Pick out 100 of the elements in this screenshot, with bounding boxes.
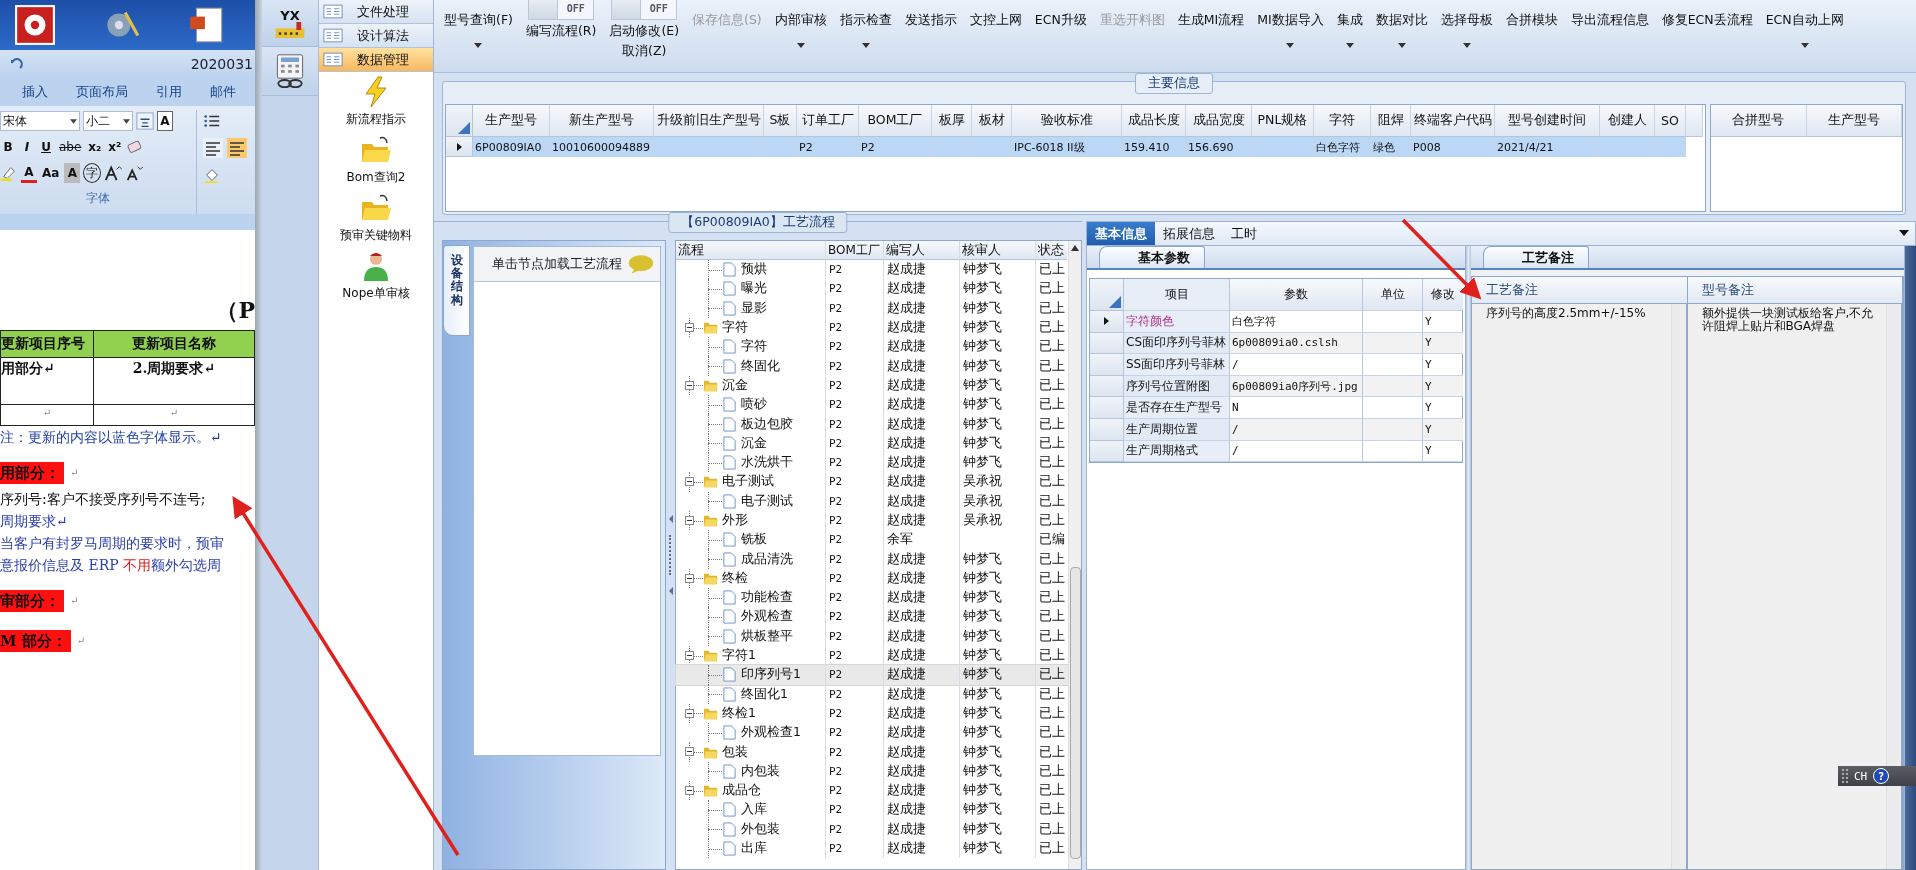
- tree-row[interactable]: 电子测试 P2 赵成捷 吴承祝 已上: [676, 472, 1068, 492]
- caret-icon[interactable]: [1462, 43, 1471, 48]
- column-header[interactable]: 生产型号: [473, 105, 550, 137]
- column-header[interactable]: 工艺备注: [1472, 277, 1688, 303]
- tree-row[interactable]: 曝光 P2 赵成捷 钟梦飞 已上: [676, 279, 1068, 299]
- column-header[interactable]: 合拼型号: [1711, 105, 1807, 137]
- text-area[interactable]: 序列号的高度2.5mm+/-15%: [1472, 304, 1688, 869]
- tree-row[interactable]: 外观检查1 P2 赵成捷 钟梦飞 已上: [676, 723, 1068, 743]
- tree-row[interactable]: 电子测试 P2 赵成捷 吴承祝 已上: [676, 491, 1068, 511]
- side-tab[interactable]: 设备结构: [443, 245, 470, 336]
- sidebar-item[interactable]: Nope单审核: [342, 285, 410, 302]
- toolbar-button[interactable]: 集成: [1336, 12, 1363, 29]
- column-header[interactable]: 项目: [1124, 279, 1230, 311]
- tree-row[interactable]: 字符 P2 赵成捷 钟梦飞 已上: [676, 317, 1068, 338]
- caret-icon[interactable]: [796, 43, 805, 48]
- grow-font-icon[interactable]: [104, 164, 123, 182]
- table-row[interactable]: CS面印序列号菲林 6p00809ia0.cslsh Y: [1090, 332, 1462, 355]
- caret-icon[interactable]: [474, 43, 483, 48]
- tree-row[interactable]: 包装 P2 赵成捷 钟梦飞 已上: [676, 742, 1068, 762]
- target-icon[interactable]: [14, 4, 56, 46]
- font-size-field[interactable]: 小二: [83, 111, 133, 131]
- tree-row[interactable]: 出库 P2 赵成捷 钟梦飞 已上: [676, 838, 1068, 859]
- column-header[interactable]: 创建人: [1600, 105, 1655, 137]
- tree-row[interactable]: 功能检查 P2 赵成捷 钟梦飞 已上: [676, 588, 1068, 608]
- language-bar[interactable]: CH ?: [1838, 766, 1916, 786]
- toggle-switch[interactable]: OFF: [528, 0, 595, 20]
- collapse-toggle[interactable]: [685, 380, 694, 390]
- toolbar-button[interactable]: 型号查询(F): [444, 12, 513, 29]
- column-header[interactable]: 验收标准: [1012, 105, 1122, 137]
- toolbar-button[interactable]: 发送指示: [904, 12, 957, 29]
- tree-row[interactable]: 印序列号1 P2 赵成捷 钟梦飞 已上: [676, 665, 1068, 685]
- table-row[interactable]: 字符颜色 白色字符 Y: [1090, 311, 1462, 333]
- column-header[interactable]: 核审人: [960, 241, 1036, 260]
- toolbar-button[interactable]: 选择母板: [1440, 12, 1493, 29]
- format-button[interactable]: U: [38, 137, 54, 157]
- tree-row[interactable]: 外形 P2 赵成捷 吴承祝 已上: [676, 510, 1068, 531]
- column-header[interactable]: 升级前旧生产型号: [654, 105, 764, 137]
- format-button[interactable]: x²: [106, 137, 124, 157]
- toolbar-button[interactable]: 合拼模块: [1505, 12, 1558, 29]
- nav-item[interactable]: 数据管理: [319, 48, 433, 72]
- column-header[interactable]: BOM工厂: [826, 241, 884, 260]
- table-row[interactable]: 是否存在生产型号 N Y: [1090, 397, 1462, 419]
- tree-row[interactable]: 预烘 P2 赵成捷 钟梦飞 已上: [676, 260, 1068, 280]
- column-header[interactable]: 阻焊: [1371, 105, 1411, 137]
- nav-item[interactable]: 设计算法: [319, 24, 433, 48]
- ribbon-tab[interactable]: 引用: [156, 83, 182, 101]
- tree-row[interactable]: 烘板整平 P2 赵成捷 钟梦飞 已上: [676, 626, 1068, 646]
- column-header[interactable]: SO: [1655, 105, 1686, 137]
- corner-icon[interactable]: [1109, 296, 1121, 308]
- collapse-toggle[interactable]: [685, 650, 694, 660]
- format-button[interactable]: B: [0, 137, 16, 157]
- tree-row[interactable]: 入库 P2 赵成捷 钟梦飞 已上: [676, 800, 1068, 820]
- column-header[interactable]: 订单工厂: [797, 105, 859, 137]
- caret-icon[interactable]: [70, 118, 77, 124]
- shrink-font-icon[interactable]: [125, 164, 144, 182]
- toolbar-button[interactable]: ECN升级: [1034, 12, 1087, 29]
- toolbar-button[interactable]: 修复ECN丢流程: [1661, 12, 1753, 29]
- toolbar-button[interactable]: 文控上网: [969, 12, 1022, 29]
- tree-row[interactable]: 终固化 P2 赵成捷 钟梦飞 已上: [676, 356, 1068, 376]
- tree-row[interactable]: 外包装 P2 赵成捷 钟梦飞 已上: [676, 819, 1068, 839]
- column-header[interactable]: PNL规格: [1252, 105, 1314, 137]
- tree-row[interactable]: 终检1 P2 赵成捷 钟梦飞 已上: [676, 703, 1068, 724]
- toolbar-button[interactable]: ECN自动上网: [1765, 12, 1844, 29]
- tree-row[interactable]: 沉金 P2 赵成捷 钟梦飞 已上: [676, 433, 1068, 453]
- bullet-list-icon[interactable]: [203, 112, 221, 130]
- toolbar-button[interactable]: 编写流程(R): [525, 23, 597, 40]
- column-header[interactable]: 板材: [972, 105, 1012, 137]
- collapse-toggle[interactable]: [685, 322, 694, 332]
- column-header[interactable]: 流程: [676, 241, 826, 260]
- dropdown-arrow-icon[interactable]: [1899, 230, 1909, 236]
- tree-row[interactable]: 内包装 P2 赵成捷 钟梦飞 已上: [676, 761, 1068, 781]
- column-header[interactable]: 编写人: [884, 241, 960, 260]
- format-button[interactable]: Aa: [40, 163, 62, 183]
- corner-icon[interactable]: [458, 122, 470, 134]
- collapse-toggle[interactable]: [685, 786, 694, 795]
- caret-icon[interactable]: [1800, 43, 1809, 48]
- tab[interactable]: 工时: [1223, 222, 1265, 245]
- tree-row[interactable]: 铣板 P2 余军 已编: [676, 530, 1068, 550]
- tree-row[interactable]: 终检 P2 赵成捷 钟梦飞 已上: [676, 568, 1068, 589]
- ribbon-tab[interactable]: 邮件: [210, 83, 236, 101]
- column-header[interactable]: 单位: [1363, 279, 1423, 311]
- toolbar-button[interactable]: 内部审核: [774, 12, 827, 29]
- toggle-switch[interactable]: OFF: [611, 0, 678, 20]
- column-header[interactable]: 成品宽度: [1186, 105, 1252, 137]
- caret-icon[interactable]: [861, 43, 870, 48]
- ribbon-tab[interactable]: 插入: [22, 83, 48, 101]
- table-row[interactable]: 6P00809IA0 10010600094889 P2 P2 IPC-6018 II级 159.410 156.690 白色字符 绿色 P008 2021/4/21: [446, 137, 1705, 157]
- help-icon[interactable]: ?: [1873, 768, 1890, 784]
- column-header[interactable]: S板: [764, 105, 797, 137]
- toolbar-button[interactable]: 启动修改(E): [609, 23, 680, 40]
- table-row[interactable]: 生产周期位置 / Y: [1090, 418, 1462, 441]
- toolbar-button[interactable]: 数据对比: [1375, 12, 1428, 29]
- column-header[interactable]: 板厚: [932, 105, 972, 137]
- tree-row[interactable]: 显影 P2 赵成捷 钟梦飞 已上: [676, 298, 1068, 318]
- nav-item[interactable]: 文件处理: [319, 0, 433, 24]
- format-button[interactable]: I: [19, 137, 35, 157]
- format-button[interactable]: abe: [57, 137, 84, 157]
- caret-icon[interactable]: [1397, 43, 1406, 48]
- table-row[interactable]: 序列号位置附图 6p00809ia0序列号.jpg Y: [1090, 375, 1462, 398]
- column-header[interactable]: 参数: [1230, 279, 1363, 311]
